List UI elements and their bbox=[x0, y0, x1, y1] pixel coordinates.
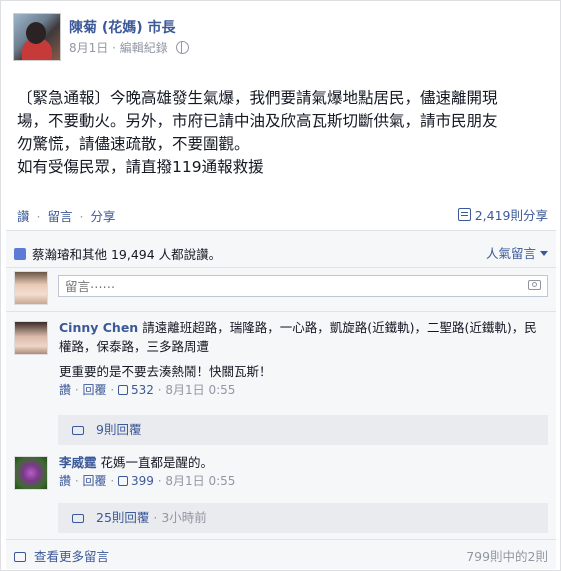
meta-separator: · bbox=[74, 474, 79, 488]
camera-icon[interactable] bbox=[528, 280, 541, 290]
commenter-name[interactable]: 李威霆 bbox=[59, 455, 97, 470]
author-avatar[interactable] bbox=[13, 13, 61, 61]
likes-summary[interactable]: 蔡瀚璿和其他 19,494 人都說讚。 bbox=[14, 244, 221, 263]
comment-time[interactable]: 8月1日 0:55 bbox=[165, 474, 235, 488]
post-actions: 讚 · 留言 · 分享 bbox=[17, 206, 115, 225]
meta-separator: · bbox=[74, 383, 79, 397]
post-text-line: 如有受傷民眾，請直撥119通報救援 bbox=[17, 158, 264, 176]
commenter-avatar[interactable] bbox=[14, 321, 48, 355]
share-count-link[interactable]: 2,419則分享 bbox=[457, 205, 548, 224]
comment-count: 799則中的2則 bbox=[466, 549, 548, 564]
comment-body: Cinny Chen 請遠離班超路，瑞隆路，一心路，凱旋路(近鐵軌)，二聖路(近鐵… bbox=[59, 318, 549, 400]
view-replies-bar[interactable]: 9則回覆 bbox=[58, 415, 548, 445]
like-thumb-icon bbox=[14, 248, 26, 260]
sort-label: 人氣留言 bbox=[485, 246, 536, 261]
view-more-comments[interactable]: 查看更多留言 bbox=[14, 546, 109, 565]
comment-like-button[interactable]: 讚 bbox=[59, 383, 71, 397]
chevron-down-icon bbox=[540, 251, 548, 256]
likes-text: 蔡瀚璿和其他 19,494 人都說讚。 bbox=[32, 247, 222, 262]
reply-arrow-icon bbox=[72, 514, 84, 523]
replies-count: 25則回覆 bbox=[96, 510, 150, 525]
comment-reply-button[interactable]: 回覆 bbox=[83, 474, 107, 488]
comments-panel: 蔡瀚璿和其他 19,494 人都說讚。 人氣留言 Cinny Chen請遠離班超… bbox=[6, 230, 556, 569]
comment-text: 花媽一直都是醒的。 bbox=[100, 455, 214, 470]
meta-separator: · bbox=[153, 510, 158, 525]
comment-like-button[interactable]: 讚 bbox=[59, 474, 71, 488]
thumb-icon bbox=[118, 476, 128, 486]
action-separator: · bbox=[79, 209, 84, 224]
share-button[interactable]: 分享 bbox=[90, 209, 115, 224]
reply-time: 3小時前 bbox=[161, 510, 207, 525]
post-date[interactable]: 8月1日 bbox=[69, 41, 108, 55]
author-name[interactable]: 陳菊 (花媽) 市長 bbox=[69, 17, 176, 37]
meta-separator: · bbox=[110, 474, 115, 488]
divider bbox=[6, 267, 556, 268]
comment-input-box[interactable] bbox=[58, 275, 548, 297]
view-replies-bar[interactable]: 25則回覆 · 3小時前 bbox=[58, 503, 548, 533]
edit-history-link[interactable]: 編輯紀錄 bbox=[120, 41, 168, 55]
thumb-icon bbox=[118, 385, 128, 395]
post-text-line: 〔緊急通報〕今晚高雄發生氣爆，我們要請氣爆地點居民，儘速離開現 bbox=[17, 89, 498, 107]
reply-arrow-icon bbox=[72, 426, 84, 435]
post-meta: 8月1日 · 編輯紀錄 bbox=[69, 39, 189, 56]
meta-separator: · bbox=[157, 474, 162, 488]
post-text-line: 勿驚慌，請儘速疏散，不要圍觀。 bbox=[17, 135, 250, 153]
meta-separator: · bbox=[112, 41, 116, 55]
like-count-value: 399 bbox=[131, 474, 154, 488]
comment-extra-text: 更重要的是不要去湊熱鬧！快關瓦斯！ bbox=[59, 364, 272, 379]
commenter-name[interactable]: Cinny Chen bbox=[59, 320, 138, 335]
comment-reply-button[interactable]: 回覆 bbox=[83, 383, 107, 397]
action-separator: · bbox=[36, 209, 41, 224]
meta-separator: · bbox=[110, 383, 115, 397]
comment-button[interactable]: 留言 bbox=[47, 209, 72, 224]
post-card: 陳菊 (花媽) 市長 8月1日 · 編輯紀錄 〔緊急通報〕今晚高雄發生氣爆，我們… bbox=[0, 0, 561, 571]
comment-like-count[interactable]: 399 bbox=[118, 474, 154, 488]
share-icon bbox=[457, 208, 471, 221]
comment-input[interactable] bbox=[59, 276, 511, 297]
comment-meta: 讚 · 回覆 · 532 · 8月1日 0:55 bbox=[59, 381, 549, 400]
post-text-line: 場，不要動火。另外，市府已請中油及欣高瓦斯切斷供氣，請市民朋友 bbox=[17, 112, 498, 130]
divider bbox=[6, 539, 556, 540]
comment-bubble-icon bbox=[14, 552, 26, 562]
globe-icon[interactable] bbox=[175, 41, 189, 54]
comment-meta: 讚 · 回覆 · 399 · 8月1日 0:55 bbox=[59, 472, 549, 491]
sort-dropdown[interactable]: 人氣留言 bbox=[486, 243, 548, 262]
commenter-avatar[interactable] bbox=[14, 456, 48, 490]
meta-separator: · bbox=[157, 383, 162, 397]
post-body: 〔緊急通報〕今晚高雄發生氣爆，我們要請氣爆地點居民，儘速離開現 場，不要動火。另… bbox=[17, 87, 552, 179]
replies-count: 9則回覆 bbox=[96, 422, 142, 437]
comment-time[interactable]: 8月1日 0:55 bbox=[165, 383, 235, 397]
like-button[interactable]: 讚 bbox=[17, 209, 30, 224]
view-more-label: 查看更多留言 bbox=[34, 549, 110, 564]
comment-like-count[interactable]: 532 bbox=[118, 383, 154, 397]
divider bbox=[6, 311, 556, 312]
current-user-avatar bbox=[14, 271, 48, 305]
comment-body: 李威霆 花媽一直都是醒的。 讚 · 回覆 · 399 · 8月1日 0:55 bbox=[59, 453, 549, 491]
like-count-value: 532 bbox=[131, 383, 154, 397]
share-count: 2,419則分享 bbox=[474, 208, 548, 223]
